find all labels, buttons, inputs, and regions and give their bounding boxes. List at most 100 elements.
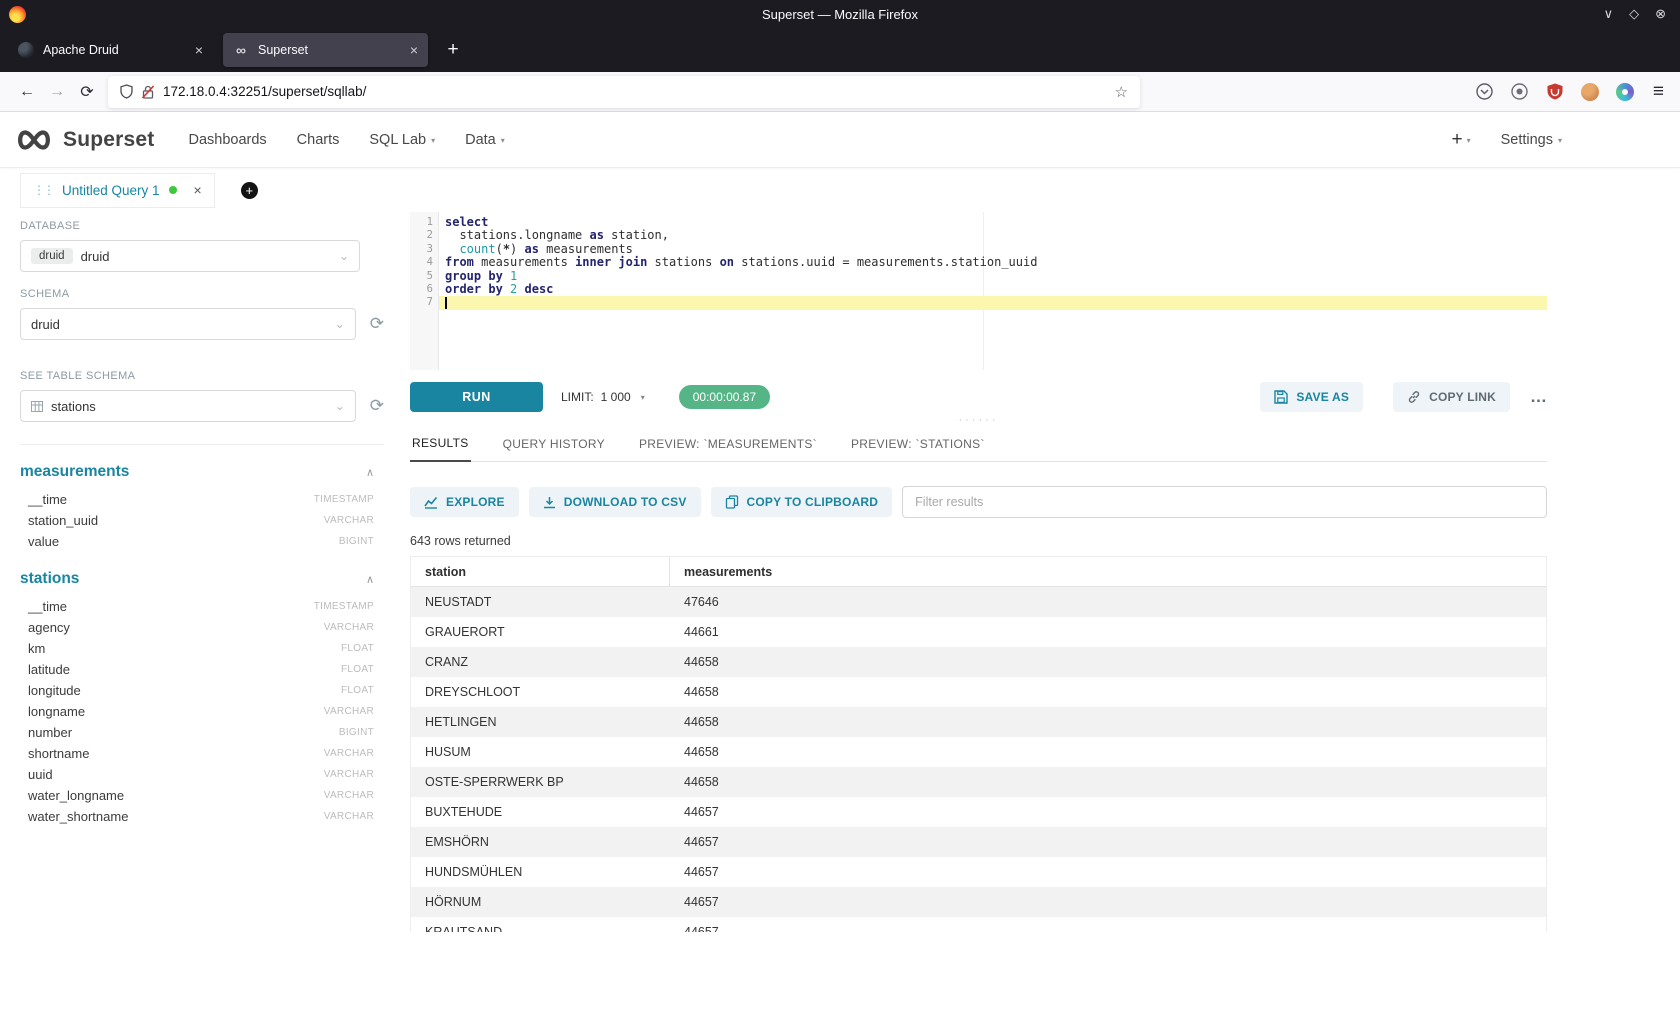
pane-splitter-handle[interactable]: ······ [410,412,1547,428]
back-button[interactable]: ← [12,83,42,101]
menu-hamburger-icon[interactable]: ≡ [1653,81,1664,103]
cell-measurements: 44657 [670,805,733,819]
column-type: FLOAT [341,685,374,696]
browser-tab-title: Superset [258,43,401,57]
results-tab-results[interactable]: RESULTS [410,436,471,462]
line-number: 2 [410,229,438,242]
table-row: HUNDSMÜHLEN44657 [411,857,1546,887]
collapse-chevron-icon[interactable]: ∧ [366,466,374,479]
superset-logo[interactable]: Superset [14,128,154,152]
bookmark-star-icon[interactable]: ☆ [1115,83,1128,101]
column-name: uuid [28,767,53,782]
tracking-shield-icon[interactable] [120,84,133,99]
save-as-button[interactable]: SAVE AS [1260,382,1363,412]
rows-returned-text: 643 rows returned [410,534,1547,548]
window-close-icon[interactable]: ⊗ [1655,6,1666,22]
nav-item-sql-lab[interactable]: SQL Lab▾ [369,132,435,148]
column-type: VARCHAR [324,622,374,633]
tab-close-icon[interactable]: × [410,42,418,58]
column-row: valueBIGINT [20,531,384,552]
url-text[interactable]: 172.18.0.4:32251/superset/sqllab/ [163,84,1106,99]
superset-favicon-icon: ∞ [233,42,249,58]
explore-button[interactable]: EXPLORE [410,487,519,517]
column-type: TIMESTAMP [314,601,374,612]
run-button[interactable]: RUN [410,382,543,412]
druid-favicon-icon [18,42,34,58]
refresh-table-icon[interactable]: ⟳ [370,396,384,416]
window-minimize-icon[interactable]: ∨ [1604,6,1614,22]
browser-tab[interactable]: Apache Druid× [8,33,213,67]
code-line: select [439,216,1547,229]
download-csv-button[interactable]: DOWNLOAD TO CSV [529,487,701,517]
column-row: shortnameVARCHAR [20,743,384,764]
column-row: numberBIGINT [20,722,384,743]
more-options-icon[interactable]: … [1530,387,1547,407]
copy-link-button[interactable]: COPY LINK [1393,382,1510,412]
line-number: 4 [410,256,438,269]
schema-table-header-stations[interactable]: stations∧ [20,570,384,588]
collapse-chevron-icon[interactable]: ∧ [366,573,374,586]
database-select[interactable]: druid druid ⌄ [20,240,360,272]
new-tab-button[interactable]: + [440,39,466,61]
privacy-badger-icon[interactable] [1581,83,1599,101]
url-bar[interactable]: 172.18.0.4:32251/superset/sqllab/ ☆ [108,76,1140,108]
database-label: DATABASE [20,220,384,232]
results-column-header[interactable]: station [411,557,670,586]
refresh-schema-icon[interactable]: ⟳ [370,314,384,334]
nav-item-data[interactable]: Data▾ [465,132,505,148]
ublock-shield-icon[interactable] [1546,83,1564,101]
sqllab-content: 1234567 select stations.longname as stat… [410,212,1547,932]
limit-dropdown[interactable]: LIMIT: 1 000 ▾ [561,390,645,404]
column-type: BIGINT [339,536,374,547]
query-tab[interactable]: ⋮⋮ Untitled Query 1 × [20,173,215,208]
results-tab-query-history[interactable]: QUERY HISTORY [501,437,607,461]
sql-editor[interactable]: 1234567 select stations.longname as stat… [410,212,1547,370]
chevron-down-icon: ▾ [1558,134,1562,145]
results-column-header[interactable]: measurements [670,557,786,586]
cell-station: CRANZ [411,655,670,669]
forward-button[interactable]: → [42,83,72,101]
column-row: uuidVARCHAR [20,764,384,785]
pocket-icon[interactable] [1476,83,1494,101]
window-maximize-icon[interactable]: ◇ [1629,6,1639,22]
nav-item-dashboards[interactable]: Dashboards [188,132,266,148]
insecure-lock-icon[interactable] [142,85,154,99]
editor-code[interactable]: select stations.longname as station, cou… [439,212,1547,370]
drag-grip-icon[interactable]: ⋮⋮ [33,183,53,197]
schema-table-header-measurements[interactable]: measurements∧ [20,463,384,481]
schema-select[interactable]: druid ⌄ [20,308,356,340]
settings-menu[interactable]: Settings▾ [1501,132,1562,148]
close-query-tab-icon[interactable]: × [194,182,202,198]
results-tab-preview-measurements[interactable]: PREVIEW: `MEASUREMENTS` [637,437,819,461]
tab-close-icon[interactable]: × [195,42,203,58]
chevron-down-icon: ⌄ [335,317,345,331]
reload-button[interactable]: ⟳ [72,82,102,102]
code-line [439,296,1547,309]
add-query-tab-button[interactable]: + [241,182,258,199]
table-row: HÖRNUM44657 [411,887,1546,917]
account-badge-icon[interactable] [1511,83,1529,101]
column-type: FLOAT [341,643,374,654]
sqllab-sidebar: DATABASE druid druid ⌄ SCHEMA druid ⌄ ⟳ … [0,212,400,827]
table-schema-label: SEE TABLE SCHEMA [20,370,384,382]
column-name: longname [28,704,85,719]
query-tab-row: ⋮⋮ Untitled Query 1 × + [0,168,1680,212]
cell-measurements: 44657 [670,835,733,849]
cell-station: NEUSTADT [411,595,670,609]
column-name: latitude [28,662,70,677]
column-type: VARCHAR [324,515,374,526]
browser-tab[interactable]: ∞ Superset × [223,33,428,67]
results-table-header: stationmeasurements [411,557,1546,587]
window-title: Superset — Mozilla Firefox [0,7,1680,22]
container-pinwheel-icon[interactable] [1616,83,1634,101]
column-row: kmFLOAT [20,638,384,659]
results-tab-preview-stations[interactable]: PREVIEW: `STATIONS` [849,437,987,461]
cell-measurements: 44658 [670,715,733,729]
add-new-button[interactable]: +▾ [1451,129,1470,151]
nav-item-charts[interactable]: Charts [297,132,340,148]
firefox-logo-icon [9,6,26,23]
filter-results-input[interactable] [902,486,1547,518]
table-select[interactable]: stations ⌄ [20,390,356,422]
code-line: group by 1 [439,270,1547,283]
copy-to-clipboard-button[interactable]: COPY TO CLIPBOARD [711,487,893,517]
